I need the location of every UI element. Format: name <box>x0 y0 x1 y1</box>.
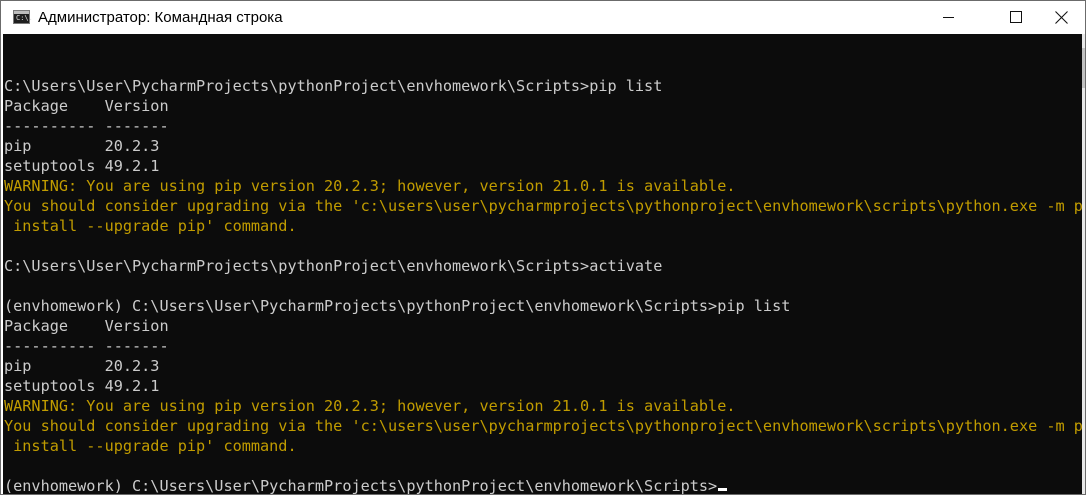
console-line: setuptools 49.2.1 <box>4 376 1082 396</box>
console-line: Package Version <box>4 316 1082 336</box>
minimize-icon <box>943 17 954 18</box>
console-line-text: C:\Users\User\PycharmProjects\pythonProj… <box>4 77 663 95</box>
console-line-text: setuptools 49.2.1 <box>4 377 160 395</box>
console-line-text: Package Version <box>4 97 169 115</box>
command-prompt-window: C:\. Администратор: Командная строка C:\… <box>0 0 1086 495</box>
console-lines: C:\Users\User\PycharmProjects\pythonProj… <box>4 56 1082 494</box>
console-line: C:\Users\User\PycharmProjects\pythonProj… <box>4 256 1082 276</box>
console-line: Package Version <box>4 96 1082 116</box>
console-line-text: install --upgrade pip' command. <box>4 217 297 235</box>
title-bar[interactable]: C:\. Администратор: Командная строка <box>1 1 1085 34</box>
text-cursor <box>718 488 728 491</box>
console-line: WARNING: You are using pip version 20.2.… <box>4 176 1082 196</box>
console-line-text: install --upgrade pip' command. <box>4 437 297 455</box>
console-line-text: setuptools 49.2.1 <box>4 157 160 175</box>
console-line-text: You should consider upgrading via the 'c… <box>4 197 1082 215</box>
console-line-text: WARNING: You are using pip version 20.2.… <box>4 177 736 195</box>
console-line-text: C:\Users\User\PycharmProjects\pythonProj… <box>4 257 663 275</box>
console-line-text: (envhomework) C:\Users\User\PycharmProje… <box>4 477 718 494</box>
cmd-icon-glyph: C:\. <box>16 14 33 22</box>
close-button[interactable] <box>1039 1 1085 34</box>
scrollbar-thumb[interactable] <box>1082 48 1085 88</box>
console-line: You should consider upgrading via the 'c… <box>4 416 1082 436</box>
console-line: install --upgrade pip' command. <box>4 436 1082 456</box>
cmd-icon[interactable]: C:\. <box>13 10 33 24</box>
maximize-button[interactable] <box>993 1 1039 34</box>
minimize-button[interactable] <box>925 1 971 34</box>
console-line-text: (envhomework) C:\Users\User\PycharmProje… <box>4 297 791 315</box>
maximize-icon <box>1010 11 1022 23</box>
console-line-text: pip 20.2.3 <box>4 137 160 155</box>
console-line: install --upgrade pip' command. <box>4 216 1082 236</box>
console-line-text: You should consider upgrading via the 'c… <box>4 417 1082 435</box>
close-icon <box>1055 11 1068 24</box>
window-title: Администратор: Командная строка <box>38 9 283 26</box>
console-line: WARNING: You are using pip version 20.2.… <box>4 396 1082 416</box>
console-line: ---------- ------- <box>4 116 1082 136</box>
console-line: C:\Users\User\PycharmProjects\pythonProj… <box>4 76 1082 96</box>
console-line-text: ---------- ------- <box>4 117 169 135</box>
console-line: You should consider upgrading via the 'c… <box>4 196 1082 216</box>
console-line: (envhomework) C:\Users\User\PycharmProje… <box>4 296 1082 316</box>
console-line-text: pip 20.2.3 <box>4 357 160 375</box>
console-line: (envhomework) C:\Users\User\PycharmProje… <box>4 476 1082 494</box>
console-line: ---------- ------- <box>4 336 1082 356</box>
console-line-text: ---------- ------- <box>4 337 169 355</box>
console-line-text: WARNING: You are using pip version 20.2.… <box>4 397 736 415</box>
vertical-scrollbar[interactable] <box>1082 34 1085 494</box>
console-line: pip 20.2.3 <box>4 136 1082 156</box>
console-line: pip 20.2.3 <box>4 356 1082 376</box>
console-line-text: Package Version <box>4 317 169 335</box>
console-line: setuptools 49.2.1 <box>4 156 1082 176</box>
console-output[interactable]: C:\Users\User\PycharmProjects\pythonProj… <box>3 34 1082 494</box>
